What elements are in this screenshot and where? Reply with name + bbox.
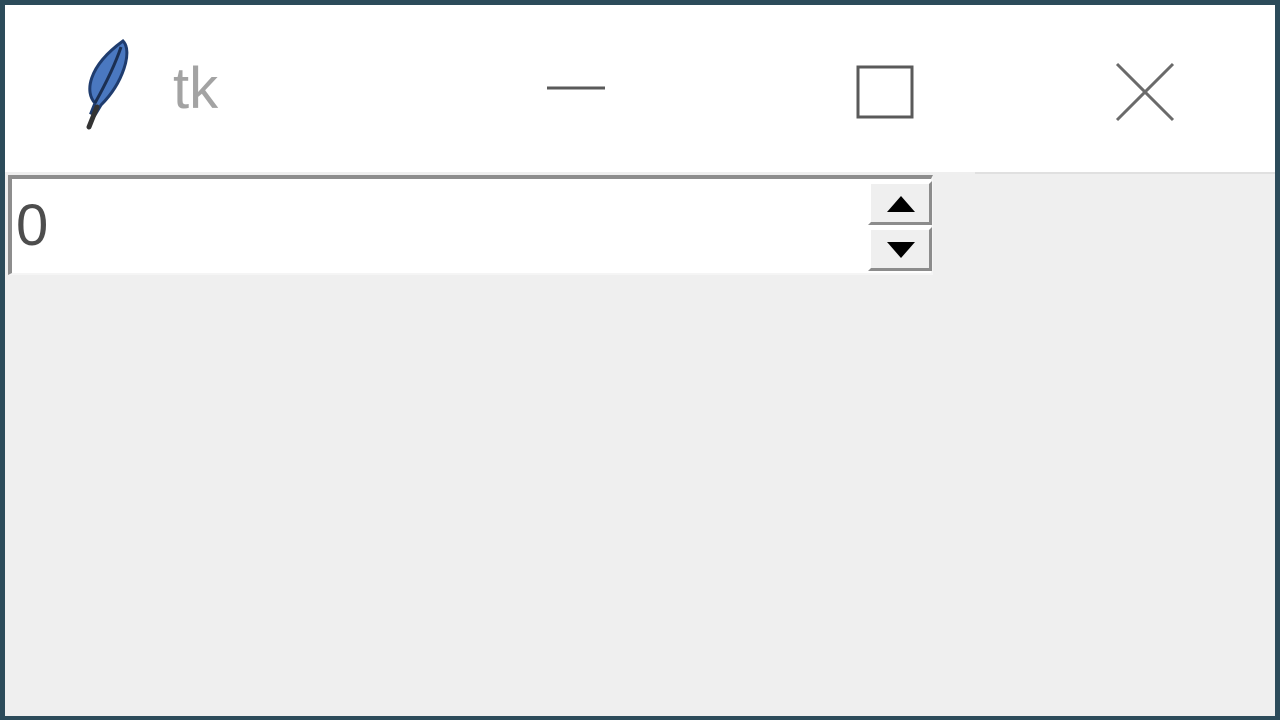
client-area — [5, 172, 1275, 716]
minimize-button[interactable] — [455, 5, 705, 172]
close-icon — [1115, 62, 1175, 122]
minimize-icon — [547, 86, 605, 90]
maximize-button[interactable] — [735, 5, 985, 172]
maximize-icon — [856, 65, 914, 119]
tk-window: tk — [0, 0, 1280, 720]
divider — [975, 172, 1275, 174]
close-button[interactable] — [1015, 5, 1265, 172]
spin-buttons — [868, 179, 934, 273]
arrow-down-icon — [887, 242, 915, 258]
tk-feather-icon[interactable] — [71, 35, 137, 133]
arrow-up-icon — [887, 196, 915, 212]
title-bar[interactable]: tk — [5, 5, 1275, 172]
spinbox-input[interactable] — [16, 194, 856, 258]
spin-down-button[interactable] — [868, 227, 932, 271]
window-title: tk — [173, 56, 219, 121]
spin-up-button[interactable] — [868, 181, 932, 225]
spinbox[interactable] — [8, 175, 933, 275]
